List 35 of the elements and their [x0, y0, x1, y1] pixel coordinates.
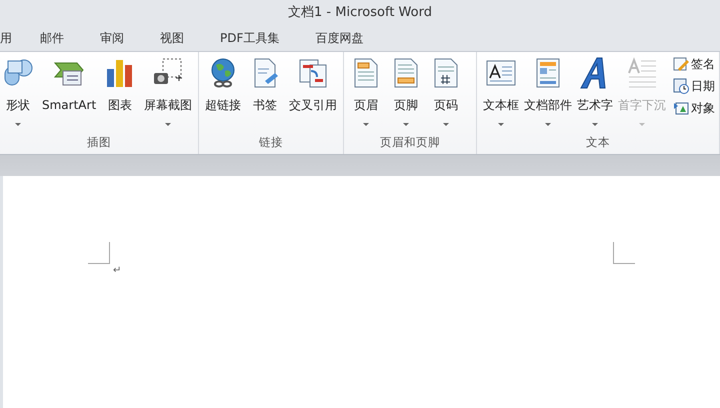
drop-cap-icon	[626, 57, 658, 89]
ribbon-button[interactable]: SmartArt	[40, 52, 98, 128]
ribbon-button[interactable]: 页眉	[348, 52, 384, 128]
ribbon-button[interactable]: 图表	[102, 52, 138, 128]
ribbon-button[interactable]: 屏幕截图	[142, 52, 194, 128]
ribbon-button[interactable]: 页脚	[388, 52, 424, 128]
ribbon-button[interactable]: 文本框	[481, 52, 521, 128]
ribbon-tab[interactable]: PDF工具集	[216, 27, 284, 49]
group-label: 链接	[259, 135, 283, 149]
object-icon	[673, 100, 689, 116]
margin-corner-mark	[613, 242, 635, 264]
group-label: 文本	[586, 135, 610, 149]
ribbon-small-button[interactable]: 对象	[673, 97, 715, 119]
ribbon-button[interactable]: 文档部件	[522, 52, 574, 128]
ribbon-tab[interactable]: 邮件	[36, 27, 68, 49]
cross-reference-icon	[297, 57, 329, 89]
paragraph-mark: ↵	[113, 266, 122, 276]
ribbon-button[interactable]: 超链接	[203, 52, 243, 128]
ribbon-small-button[interactable]: 签名	[673, 53, 715, 75]
ribbon-tab[interactable]: 用	[0, 27, 16, 49]
ribbon-tab[interactable]: 审阅	[96, 27, 128, 49]
ribbon-button[interactable]: 形状	[0, 52, 36, 128]
ribbon-tab[interactable]: 百度网盘	[311, 27, 368, 49]
ribbon-button[interactable]: 书签	[247, 52, 283, 128]
margin-corner-mark	[88, 242, 110, 264]
ribbon-small-button[interactable]: 日期	[673, 75, 715, 97]
signature-icon	[673, 56, 689, 72]
ribbon-button[interactable]: 交叉引用	[287, 52, 339, 128]
window-title: 文档1 - Microsoft Word	[288, 4, 432, 22]
ribbon-tab[interactable]: 视图	[156, 27, 188, 49]
group-label: 插图	[87, 135, 111, 149]
date-time-icon	[673, 78, 689, 94]
group-label: 页眉和页脚	[380, 135, 440, 149]
ribbon-button[interactable]: 艺术字	[575, 52, 615, 128]
ribbon-button[interactable]: 页码	[428, 52, 464, 128]
